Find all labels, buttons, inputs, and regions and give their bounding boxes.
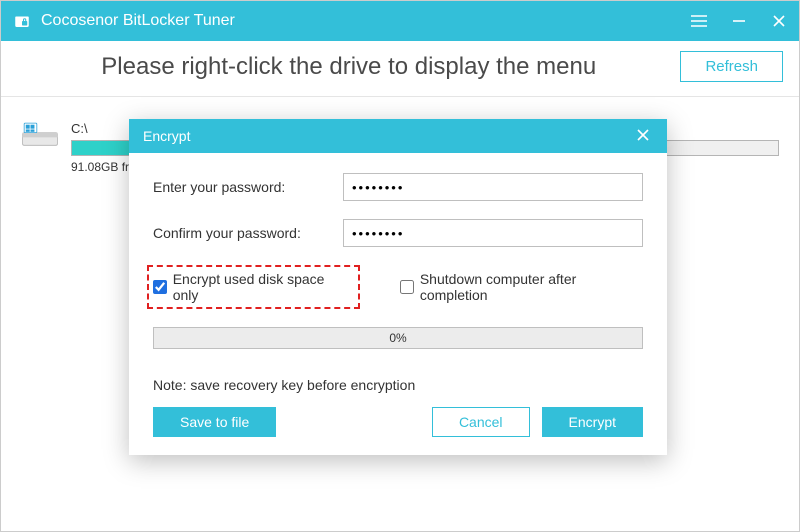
- shutdown-after-option[interactable]: Shutdown computer after completion: [400, 271, 643, 303]
- dialog-title: Encrypt: [143, 128, 190, 144]
- enter-password-input[interactable]: [343, 173, 643, 201]
- confirm-password-input[interactable]: [343, 219, 643, 247]
- confirm-password-label: Confirm your password:: [153, 225, 343, 241]
- dialog-close-icon[interactable]: [633, 128, 653, 144]
- progress-bar: 0%: [153, 327, 643, 349]
- menu-icon[interactable]: [691, 1, 707, 41]
- encrypt-dialog: Encrypt Enter your password: Confirm you…: [129, 119, 667, 455]
- save-to-file-button[interactable]: Save to file: [153, 407, 276, 437]
- cancel-button[interactable]: Cancel: [432, 407, 530, 437]
- progress-text: 0%: [389, 331, 406, 345]
- drive-icon: [21, 121, 59, 149]
- encrypt-used-only-option[interactable]: Encrypt used disk space only: [147, 265, 360, 309]
- close-icon[interactable]: [771, 1, 787, 41]
- titlebar: Cocosenor BitLocker Tuner: [1, 1, 799, 41]
- instruction-row: Please right-click the drive to display …: [1, 41, 799, 97]
- app-window: Cocosenor BitLocker Tuner Please right-c…: [0, 0, 800, 532]
- instruction-text: Please right-click the drive to display …: [17, 53, 680, 81]
- enter-password-label: Enter your password:: [153, 179, 343, 195]
- app-title: Cocosenor BitLocker Tuner: [41, 12, 691, 30]
- shutdown-after-checkbox[interactable]: [400, 280, 414, 294]
- shutdown-after-label: Shutdown computer after completion: [420, 271, 643, 303]
- dialog-titlebar: Encrypt: [129, 119, 667, 153]
- encrypt-used-only-label: Encrypt used disk space only: [173, 271, 350, 303]
- refresh-button[interactable]: Refresh: [680, 51, 783, 82]
- app-logo-icon: [13, 12, 31, 30]
- recovery-note: Note: save recovery key before encryptio…: [153, 377, 643, 393]
- encrypt-used-only-checkbox[interactable]: [153, 280, 167, 294]
- encrypt-button[interactable]: Encrypt: [542, 407, 643, 437]
- minimize-icon[interactable]: [731, 1, 747, 41]
